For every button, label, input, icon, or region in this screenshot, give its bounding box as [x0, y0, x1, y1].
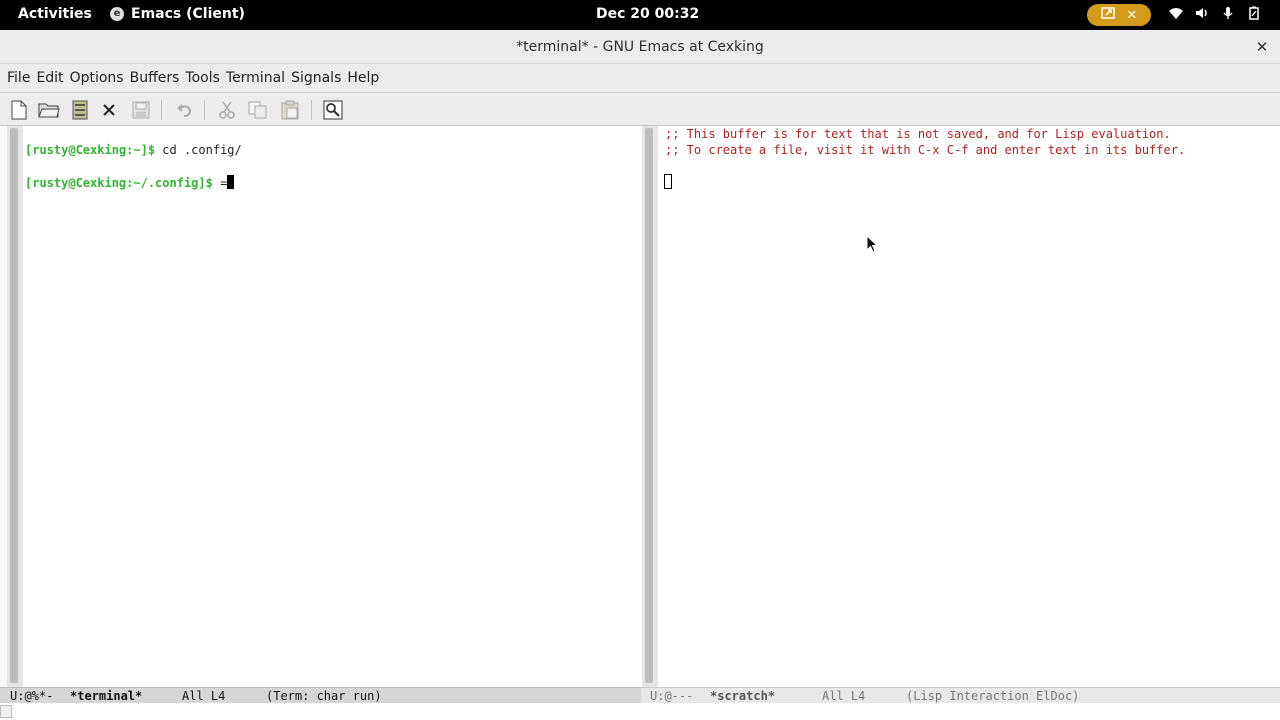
terminal-mode-line[interactable]: U:@%*- *terminal* All L4 (Term: char run…: [0, 687, 641, 703]
shell-command: =: [212, 176, 228, 190]
shell-prompt: [rusty@Cexking:~/.config]$: [25, 176, 213, 190]
new-file-icon[interactable]: [8, 99, 30, 121]
scratch-scrollbar[interactable]: [642, 126, 658, 687]
menu-terminal[interactable]: Terminal: [226, 70, 285, 86]
paste-icon[interactable]: [279, 99, 301, 121]
menu-help[interactable]: Help: [347, 70, 379, 86]
scratch-cursor: [664, 174, 672, 189]
terminal-scrollbar[interactable]: [7, 126, 23, 687]
kill-buffer-icon[interactable]: [98, 99, 120, 121]
modeline-position: All L4: [182, 689, 226, 703]
menu-bar: File Edit Options Buffers Tools Terminal…: [0, 64, 1280, 92]
shell-command: cd .config/: [155, 143, 242, 157]
open-folder-icon[interactable]: [38, 99, 60, 121]
app-name: Emacs (Client): [131, 6, 245, 22]
menu-tools[interactable]: Tools: [185, 70, 220, 86]
modeline-major-mode[interactable]: (Term: char run): [266, 688, 382, 704]
wifi-icon: [1168, 6, 1184, 24]
modeline-major-mode[interactable]: (Lisp Interaction ElDoc): [906, 688, 1079, 704]
toolbar-separator: [161, 100, 162, 120]
scrollbar-thumb[interactable]: [645, 128, 653, 683]
screen-share-icon: [1101, 7, 1115, 23]
toolbar-separator: [311, 100, 312, 120]
menu-file[interactable]: File: [7, 70, 30, 86]
microphone-icon: [1220, 6, 1236, 24]
menu-signals[interactable]: Signals: [291, 70, 341, 86]
emacs-app-icon: e: [110, 7, 124, 21]
shell-prompt: [rusty@Cexking:~]$: [25, 143, 156, 157]
terminal-window[interactable]: [rusty@Cexking:~]$ cd .config/ [rusty@Ce…: [0, 126, 641, 687]
toolbar: [0, 92, 1280, 126]
window-title-bar[interactable]: *terminal* - GNU Emacs at Cexking ✕: [0, 30, 1280, 64]
toolbar-separator: [204, 100, 205, 120]
scrollbar-thumb[interactable]: [10, 128, 18, 683]
scratch-comment-line: ;; This buffer is for text that is not s…: [665, 127, 1171, 141]
save-icon[interactable]: [130, 99, 152, 121]
app-menu[interactable]: e Emacs (Client): [110, 6, 245, 22]
mouse-pointer-icon: [866, 234, 879, 258]
modeline-status: U:@---: [650, 689, 694, 703]
menu-edit[interactable]: Edit: [36, 70, 63, 86]
window-close-button[interactable]: ✕: [1254, 38, 1270, 56]
terminal-cursor: [227, 175, 235, 189]
modeline-status: U:@%*-: [10, 689, 54, 703]
activities-button[interactable]: Activities: [18, 6, 92, 22]
clock[interactable]: Dec 20 00:32: [596, 6, 699, 22]
scratch-mode-line[interactable]: U:@--- *scratch* All L4 (Lisp Interactio…: [641, 687, 1280, 703]
gnome-top-bar: Activities e Emacs (Client) Dec 20 00:32…: [0, 0, 1280, 30]
terminal-line: [rusty@Cexking:~]$ cd .config/: [25, 143, 242, 157]
battery-icon: [1246, 6, 1262, 24]
undo-icon[interactable]: [173, 99, 195, 121]
modeline-position: All L4: [822, 689, 866, 703]
close-icon[interactable]: ✕: [1126, 8, 1137, 23]
scratch-comment-line: ;; To create a file, visit it with C-x C…: [665, 143, 1186, 157]
search-icon[interactable]: [322, 99, 344, 121]
window-title: *terminal* - GNU Emacs at Cexking: [516, 39, 764, 55]
cut-icon[interactable]: [216, 99, 238, 121]
scratch-window[interactable]: ;; This buffer is for text that is not s…: [641, 126, 1280, 687]
minibuffer[interactable]: [0, 703, 1280, 720]
terminal-line: [rusty@Cexking:~/.config]$ =: [25, 175, 235, 190]
modeline-buffer-name[interactable]: *terminal*: [70, 688, 142, 704]
copy-icon[interactable]: [247, 99, 269, 121]
dired-icon[interactable]: [69, 99, 91, 121]
menu-buffers[interactable]: Buffers: [130, 70, 180, 86]
screen-share-indicator[interactable]: ✕: [1087, 4, 1151, 26]
system-tray[interactable]: [1168, 6, 1262, 24]
volume-icon: [1194, 6, 1210, 24]
modeline-buffer-name[interactable]: *scratch*: [710, 688, 775, 704]
minibuffer-fringe: [0, 705, 12, 718]
menu-options[interactable]: Options: [70, 70, 124, 86]
